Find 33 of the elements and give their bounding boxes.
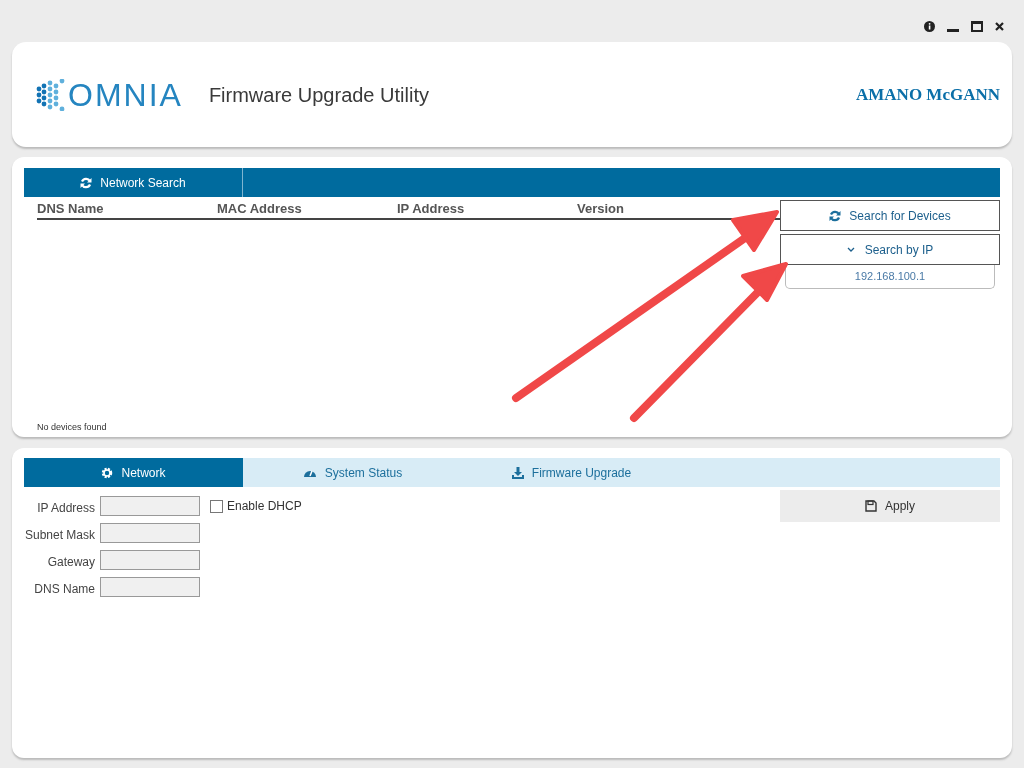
maximize-icon[interactable] (971, 20, 983, 32)
brand-name: AMANO McGANN (856, 83, 1000, 106)
search-devices-button[interactable]: Search for Devices (780, 200, 1000, 231)
field-label: DNS Name (33, 581, 96, 598)
info-icon[interactable] (924, 20, 935, 32)
column-header: IP Address (397, 201, 466, 218)
column-header: Version (577, 201, 625, 218)
checkbox[interactable] (210, 499, 223, 513)
gear-icon (101, 466, 114, 479)
refresh-icon (829, 209, 842, 222)
input-field[interactable] (100, 577, 200, 597)
dots-logo-icon (36, 78, 66, 111)
download-icon (511, 466, 524, 479)
close-icon[interactable] (995, 21, 1004, 31)
input-field[interactable] (100, 550, 200, 570)
logo-text: OMNIA (68, 78, 183, 111)
field-label: Subnet Mask (24, 527, 96, 544)
column-header: MAC Address (217, 201, 303, 218)
status-text: No devices found (37, 420, 107, 434)
app-title: Firmware Upgrade Utility (208, 82, 429, 108)
input-field[interactable] (100, 523, 200, 543)
ip-field[interactable]: 192.168.100.1 (785, 265, 995, 289)
checkbox-label: Enable DHCP (227, 498, 302, 515)
refresh-icon (80, 176, 93, 189)
chevron-icon (846, 247, 855, 252)
field-label: Gateway (46, 554, 96, 571)
column-header: DNS Name (37, 201, 105, 218)
field-label: IP Address (36, 500, 96, 517)
tab[interactable]: Network (24, 458, 243, 487)
search-by-ip-toggle[interactable]: Search by IP (780, 234, 1000, 265)
save-icon (865, 500, 877, 512)
apply-button[interactable]: Apply (780, 490, 1000, 522)
input-field[interactable] (100, 496, 200, 516)
